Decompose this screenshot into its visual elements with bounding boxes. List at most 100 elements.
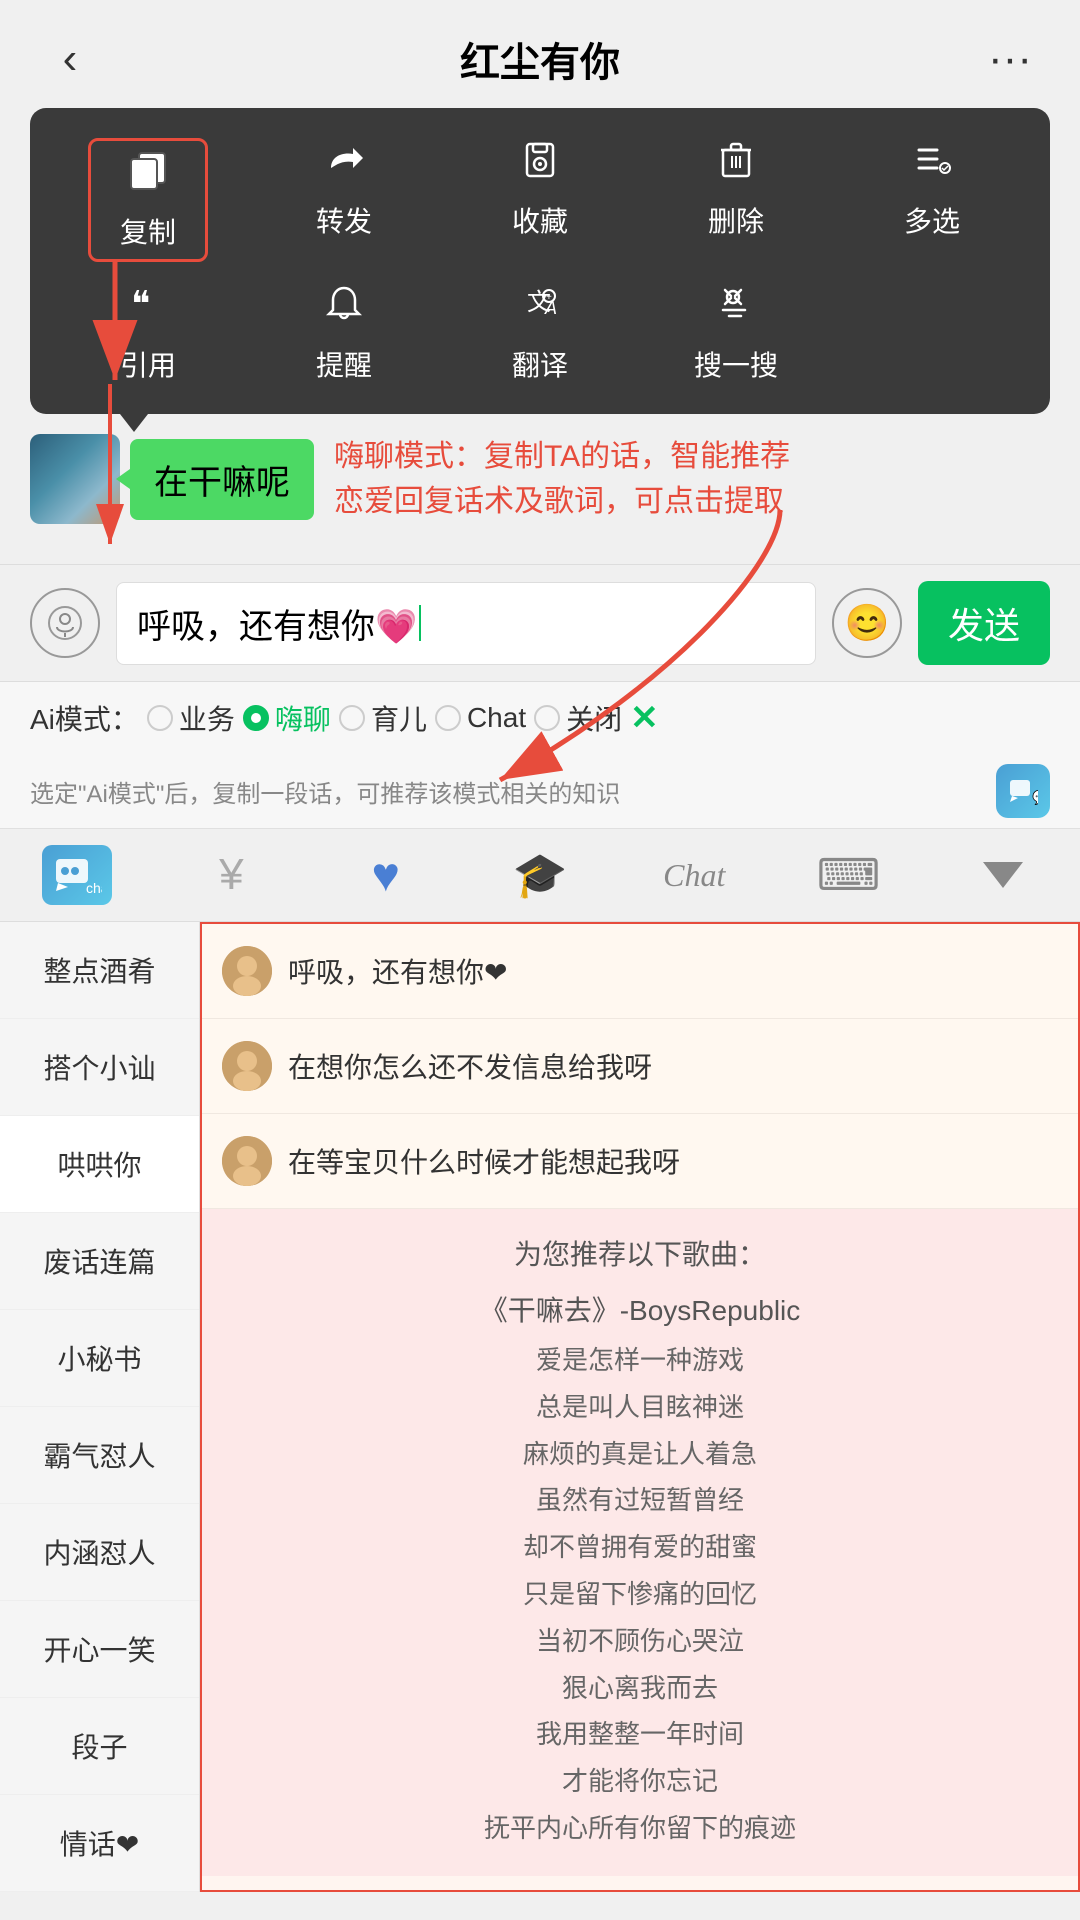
translate-icon: 文 A + bbox=[519, 282, 561, 334]
page-title: 红尘有你 bbox=[100, 30, 980, 88]
svg-text:chat: chat bbox=[86, 880, 102, 895]
menu-copy[interactable]: 复制 bbox=[88, 138, 208, 262]
voice-button[interactable] bbox=[30, 588, 100, 658]
song-name-0[interactable]: 《干嘛去》-BoysRepublic bbox=[226, 1289, 1054, 1329]
radio-yewu[interactable]: 业务 bbox=[147, 698, 235, 738]
content-panel: 呼吸，还有想你❤ 在想你怎么还不发信息给我呀 在等宝贝什么时候才能想起我呀 bbox=[200, 922, 1080, 1892]
sidebar-item-0[interactable]: 整点酒肴 bbox=[0, 922, 199, 1019]
song-line-3: 麻烦的真是让人着急 bbox=[226, 1431, 1054, 1478]
graduation-icon: 🎓 bbox=[513, 849, 568, 901]
toolbar: chat ¥ ♥ 🎓 Chat ⌨ bbox=[0, 829, 1080, 922]
quote-icon: ❝ bbox=[127, 282, 169, 334]
send-button[interactable]: 发送 bbox=[918, 581, 1050, 665]
quote-label: 引用 bbox=[120, 344, 176, 384]
radio-yuer-circle[interactable] bbox=[339, 705, 365, 731]
svg-text:+: + bbox=[546, 292, 552, 303]
context-menu: 复制 转发 收藏 bbox=[30, 108, 1050, 414]
forward-icon bbox=[323, 138, 365, 190]
song-line-7: 当初不顾伤心哭泣 bbox=[226, 1618, 1054, 1665]
info-row: 选定"Ai模式"后，复制一段话，可推荐该模式相关的知识 💬 bbox=[0, 754, 1080, 829]
menu-multiselect[interactable]: 多选 bbox=[872, 138, 992, 262]
sidebar-item-5[interactable]: 霸气怼人 bbox=[0, 1407, 199, 1504]
delete-label: 删除 bbox=[708, 200, 764, 240]
song-section: 为您推荐以下歌曲： 《干嘛去》-BoysRepublic 爱是怎样一种游戏 总是… bbox=[202, 1209, 1078, 1876]
menu-remind[interactable]: 提醒 bbox=[284, 282, 404, 384]
menu-collect[interactable]: 收藏 bbox=[480, 138, 600, 262]
reply-item-1[interactable]: 在想你怎么还不发信息给我呀 bbox=[202, 1019, 1078, 1114]
radio-haijiao[interactable]: 嗨聊 bbox=[243, 698, 331, 738]
sidebar-item-6[interactable]: 内涵怼人 bbox=[0, 1504, 199, 1601]
copy-label: 复制 bbox=[120, 211, 176, 251]
svg-text:💬: 💬 bbox=[1032, 789, 1038, 806]
song-header: 为您推荐以下歌曲： bbox=[226, 1233, 1054, 1273]
sidebar-item-8[interactable]: 段子 bbox=[0, 1698, 199, 1795]
song-line-6: 只是留下惨痛的回忆 bbox=[226, 1571, 1054, 1618]
toolbar-graduation[interactable]: 🎓 bbox=[463, 849, 617, 901]
info-text: 选定"Ai模式"后，复制一段话，可推荐该模式相关的知识 bbox=[30, 774, 986, 809]
menu-quote[interactable]: ❝ 引用 bbox=[88, 282, 208, 384]
radio-chat-circle[interactable] bbox=[435, 705, 461, 731]
delete-icon bbox=[715, 138, 757, 190]
chat-bubble: 在干嘛呢 bbox=[130, 439, 314, 520]
heart-icon: ♥ bbox=[371, 848, 400, 903]
toolbar-yuan[interactable]: ¥ bbox=[154, 850, 308, 900]
avatar bbox=[30, 434, 120, 524]
collect-icon bbox=[519, 138, 561, 190]
reply-text-2: 在等宝贝什么时候才能想起我呀 bbox=[288, 1141, 680, 1181]
chat-badge-icon: 💬 bbox=[996, 764, 1050, 818]
menu-translate[interactable]: 文 A + 翻译 bbox=[480, 282, 600, 384]
ai-mode-label: Ai模式： bbox=[30, 698, 139, 738]
more-button[interactable]: ··· bbox=[980, 34, 1040, 84]
sidebar-item-1[interactable]: 搭个小讪 bbox=[0, 1019, 199, 1116]
yuan-icon: ¥ bbox=[219, 850, 243, 900]
song-line-5: 却不曾拥有爱的甜蜜 bbox=[226, 1524, 1054, 1571]
copy-icon bbox=[127, 149, 169, 201]
reply-avatar-2 bbox=[222, 1136, 272, 1186]
menu-delete[interactable]: 删除 bbox=[676, 138, 796, 262]
radio-yuer[interactable]: 育儿 bbox=[339, 698, 427, 738]
search-icon bbox=[715, 282, 757, 334]
svg-text:❝: ❝ bbox=[131, 283, 150, 324]
radio-yewu-circle[interactable] bbox=[147, 705, 173, 731]
radio-close-circle[interactable] bbox=[534, 705, 560, 731]
song-line-9: 我用整整一年时间 bbox=[226, 1711, 1054, 1758]
input-bar: 呼吸，还有想你💗 😊 发送 bbox=[0, 564, 1080, 682]
translate-label: 翻译 bbox=[512, 344, 568, 384]
chat-text-icon: Chat bbox=[663, 857, 725, 894]
sidebar-item-3[interactable]: 废话连篇 bbox=[0, 1213, 199, 1310]
emoji-button[interactable]: 😊 bbox=[832, 588, 902, 658]
reply-item-0[interactable]: 呼吸，还有想你❤ bbox=[202, 924, 1078, 1019]
toolbar-chat-text[interactable]: Chat bbox=[617, 857, 771, 894]
back-button[interactable]: ‹ bbox=[40, 34, 100, 84]
sidebar-item-7[interactable]: 开心一笑 bbox=[0, 1601, 199, 1698]
toolbar-keyboard[interactable]: ⌨ bbox=[771, 850, 925, 901]
multiselect-label: 多选 bbox=[904, 200, 960, 240]
toolbar-collapse[interactable] bbox=[926, 862, 1080, 888]
menu-search[interactable]: 搜一搜 bbox=[676, 282, 796, 384]
reply-item-2[interactable]: 在等宝贝什么时候才能想起我呀 bbox=[202, 1114, 1078, 1209]
sidebar-item-2[interactable]: 哄哄你 bbox=[0, 1116, 199, 1213]
radio-haijiao-circle[interactable] bbox=[243, 705, 269, 731]
reply-text-0: 呼吸，还有想你❤ bbox=[288, 951, 507, 991]
annotation-area: 在干嘛呢 嗨聊模式：复制TA的话，智能推荐 恋爱回复话术及歌词，可点击提取 bbox=[0, 414, 1080, 544]
song-line-8: 狠心离我而去 bbox=[226, 1665, 1054, 1712]
radio-close[interactable]: 关闭 bbox=[534, 698, 622, 738]
radio-chat[interactable]: Chat bbox=[435, 702, 526, 734]
radio-chat-label: Chat bbox=[467, 702, 526, 734]
toolbar-robot[interactable]: chat bbox=[0, 845, 154, 905]
close-ai-button[interactable]: ✕ bbox=[630, 698, 659, 738]
radio-haijiao-label: 嗨聊 bbox=[275, 698, 331, 738]
menu-forward[interactable]: 转发 bbox=[284, 138, 404, 262]
song-line-4: 虽然有过短暂曾经 bbox=[226, 1477, 1054, 1524]
remind-label: 提醒 bbox=[316, 344, 372, 384]
reply-text-1: 在想你怎么还不发信息给我呀 bbox=[288, 1046, 652, 1086]
toolbar-heart[interactable]: ♥ bbox=[309, 848, 463, 903]
message-input[interactable]: 呼吸，还有想你💗 bbox=[116, 582, 816, 665]
robot-chat-icon: chat bbox=[42, 845, 112, 905]
chat-preview: 在干嘛呢 bbox=[30, 434, 314, 524]
sidebar-item-9[interactable]: 情话❤ bbox=[0, 1795, 199, 1892]
search-label: 搜一搜 bbox=[694, 344, 778, 384]
sidebar-item-4[interactable]: 小秘书 bbox=[0, 1310, 199, 1407]
song-line-10: 才能将你忘记 bbox=[226, 1758, 1054, 1805]
context-menu-row2: ❝ 引用 提醒 文 A + 翻译 bbox=[50, 282, 1030, 384]
